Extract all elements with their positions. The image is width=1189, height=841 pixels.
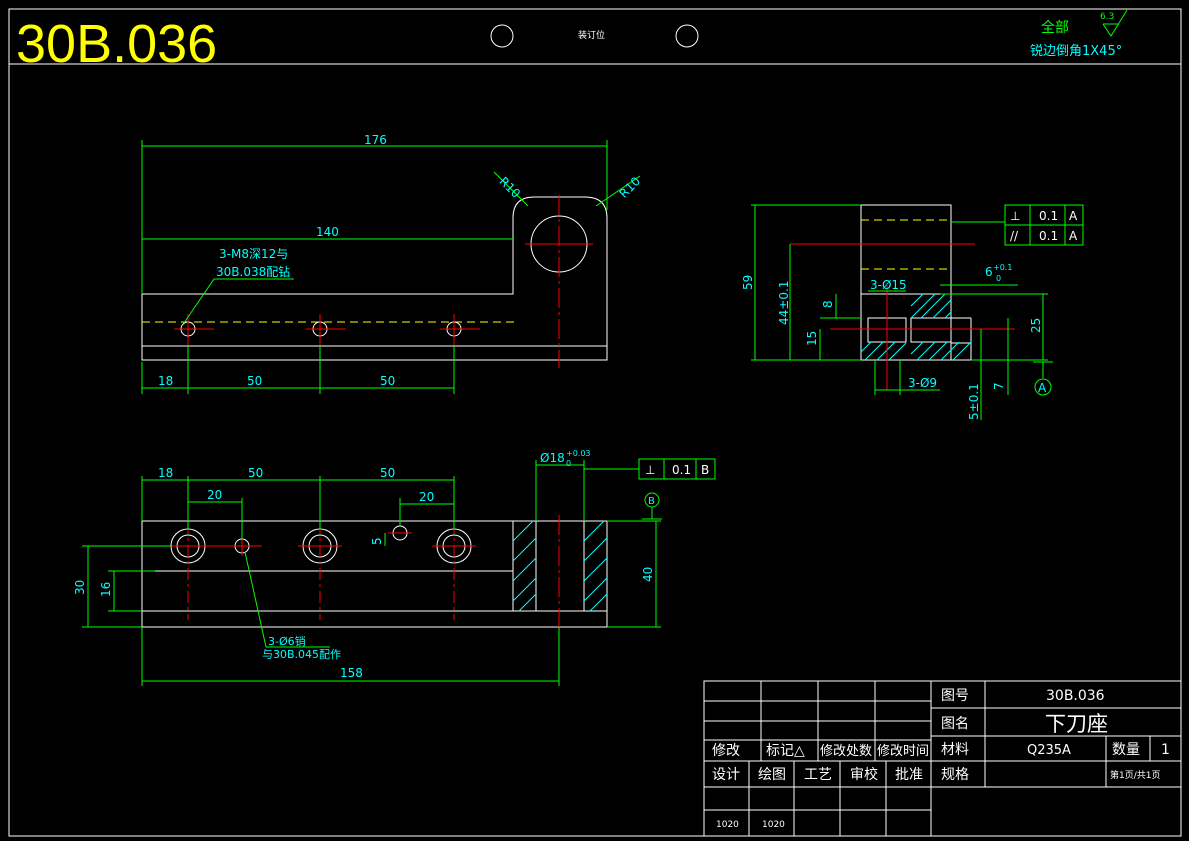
tb-material: Q235A bbox=[1027, 743, 1071, 758]
tb-label-material: 材料 bbox=[941, 742, 969, 758]
drawing-code-title: 30B.036 bbox=[16, 14, 217, 74]
tb-page-info: 第1页/共1页 bbox=[1110, 769, 1161, 781]
front-note-line1: 3-Ø6销 bbox=[268, 634, 306, 648]
dim-15: 15 bbox=[805, 331, 819, 346]
surface-note-line2: 锐边倒角1X45° bbox=[1030, 44, 1122, 59]
front-note-line2: 与30B.045配作 bbox=[262, 648, 341, 661]
surface-note-line1: 全部 bbox=[1041, 19, 1069, 36]
tb-label-check: 审校 bbox=[850, 766, 878, 783]
dim-6: 6 bbox=[985, 265, 993, 279]
front-dim-20a: 20 bbox=[207, 488, 222, 502]
front-dim-20b: 20 bbox=[419, 490, 434, 504]
tb-label-drawing-no: 图号 bbox=[941, 688, 969, 704]
gtol1-value: 0.1 bbox=[1039, 209, 1058, 223]
front-bore bbox=[535, 520, 585, 612]
tb-label-draw: 绘图 bbox=[758, 767, 786, 783]
binding-hole-left bbox=[490, 24, 514, 48]
tb-draw-date: 1020 bbox=[762, 820, 785, 830]
gtol2-value: 0.1 bbox=[1039, 229, 1058, 243]
dim-44: 44±0.1 bbox=[777, 281, 791, 325]
holes-9: 3-Ø9 bbox=[908, 376, 937, 390]
datum-a: A bbox=[1038, 381, 1047, 395]
top-view: 176 140 R10 R10 3-M8深12与 30B.038配钻 18 50… bbox=[141, 133, 644, 394]
drawing-frame bbox=[8, 8, 1182, 837]
dim-6-tol-lower: 0 bbox=[996, 274, 1001, 283]
surface-roughness-value: 6.3 bbox=[1100, 12, 1114, 22]
gtol2-datum: A bbox=[1069, 229, 1078, 243]
side-hatch bbox=[860, 293, 972, 361]
dim-7: 7 bbox=[992, 382, 1006, 390]
front-dim-16: 16 bbox=[99, 582, 113, 597]
drawing-canvas: 30B.036 装订位 全部 6.3 锐边倒角1X45° 176 140 R10… bbox=[8, 8, 1182, 837]
tb-label-drawing-name: 图名 bbox=[941, 716, 969, 732]
radius-right: R10 bbox=[617, 174, 644, 201]
dim-176: 176 bbox=[364, 133, 387, 147]
front-dim-50b: 50 bbox=[380, 466, 395, 480]
tb-drawing-name: 下刀座 bbox=[1045, 712, 1108, 736]
side-view: 59 44±0.1 8 15 3-Ø15 6 +0.1 0 25 7 5±0.1… bbox=[741, 204, 1084, 420]
gtol1-datum: A bbox=[1069, 209, 1078, 223]
holes-15: 3-Ø15 bbox=[870, 278, 907, 292]
front-dim-30: 30 bbox=[73, 580, 87, 595]
tb-label-locations: 修改处数 bbox=[820, 744, 872, 759]
dim-6-tol-upper: +0.1 bbox=[993, 263, 1012, 272]
dim-5: 5±0.1 bbox=[967, 383, 981, 420]
binding-hole-right bbox=[675, 24, 699, 48]
front-gtol-value: 0.1 bbox=[672, 463, 691, 477]
dim-25: 25 bbox=[1029, 318, 1043, 333]
front-gtol-datum: B bbox=[701, 463, 709, 477]
top-view-outline bbox=[141, 196, 608, 361]
front-gtol-symbol: ⊥ bbox=[645, 463, 655, 477]
gtol1-symbol: ⊥ bbox=[1010, 209, 1020, 223]
tb-quantity: 1 bbox=[1161, 742, 1170, 758]
tb-design-date: 1020 bbox=[716, 820, 739, 830]
tb-drawing-no: 30B.036 bbox=[1046, 688, 1105, 704]
binding-label: 装订位 bbox=[578, 29, 605, 41]
dim-140: 140 bbox=[316, 225, 339, 239]
top-note-line1: 3-M8深12与 bbox=[219, 247, 288, 261]
front-dim-18: 18 bbox=[158, 466, 173, 480]
gtol2-symbol: // bbox=[1010, 229, 1019, 243]
tb-label-approve: 批准 bbox=[895, 767, 923, 783]
tb-label-spec: 规格 bbox=[941, 767, 969, 783]
top-dim-50a: 50 bbox=[247, 374, 262, 388]
front-dim-40: 40 bbox=[641, 567, 655, 582]
front-view: 18 50 50 20 20 5 Ø18 +0.03 0 ⊥ 0.1 B B 4… bbox=[73, 449, 716, 686]
tb-label-quantity: 数量 bbox=[1112, 742, 1140, 758]
front-dim-158: 158 bbox=[340, 666, 363, 680]
front-dim-5: 5 bbox=[370, 537, 384, 545]
dim-59: 59 bbox=[741, 275, 755, 290]
title-block: 修改 标记△ 修改处数 修改时间 设计 绘图 工艺 审校 批准 1020 102… bbox=[703, 680, 1182, 837]
bore-tol-upper: +0.03 bbox=[566, 449, 591, 458]
top-dim-50b: 50 bbox=[380, 374, 395, 388]
tb-label-time: 修改时间 bbox=[877, 744, 929, 759]
tb-label-modify: 修改 bbox=[712, 743, 740, 759]
dim-8: 8 bbox=[821, 300, 835, 308]
front-hatch bbox=[512, 520, 608, 612]
bore-dim: Ø18 bbox=[540, 451, 565, 465]
top-dim-18: 18 bbox=[158, 374, 173, 388]
datum-b: B bbox=[648, 496, 655, 507]
tb-label-design: 设计 bbox=[712, 767, 740, 783]
front-dim-50a: 50 bbox=[248, 466, 263, 480]
tb-label-process: 工艺 bbox=[804, 767, 832, 783]
top-note-line2: 30B.038配钻 bbox=[216, 264, 290, 279]
tb-label-mark: 标记△ bbox=[766, 743, 805, 759]
bore-tol-lower: 0 bbox=[566, 459, 571, 468]
